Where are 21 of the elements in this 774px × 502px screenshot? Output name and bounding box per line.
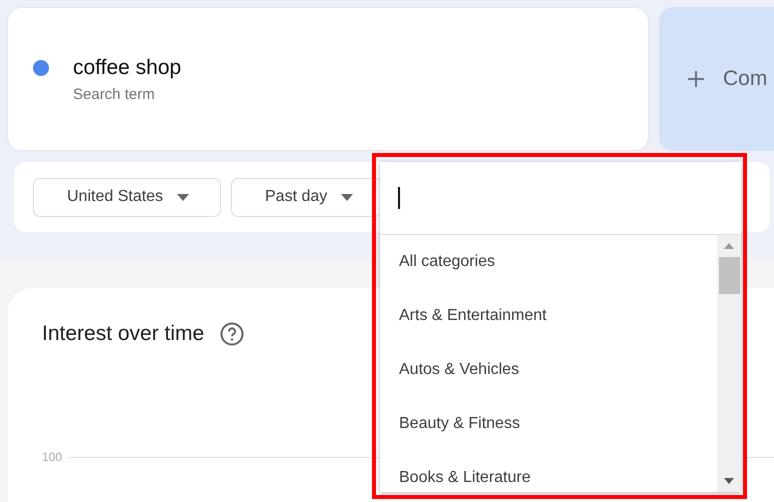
category-option[interactable]: Books & Literature — [380, 458, 717, 502]
search-term-caption: Search term — [73, 86, 156, 102]
scroll-up-icon[interactable] — [724, 243, 734, 249]
help-icon[interactable] — [220, 322, 244, 346]
chart-title: Interest over time — [42, 322, 204, 346]
text-cursor — [398, 187, 400, 209]
compare-button[interactable]: Com — [659, 7, 774, 151]
category-option[interactable]: Autos & Vehicles — [380, 350, 717, 404]
caret-icon — [177, 194, 190, 200]
scroll-down-icon[interactable] — [724, 478, 734, 484]
filter-dropdown[interactable]: Past day — [231, 178, 382, 216]
y-axis-label: 100 — [42, 450, 62, 464]
plus-icon — [687, 70, 705, 88]
scrollbar[interactable] — [717, 235, 741, 492]
filter-dropdown[interactable]: United States — [33, 178, 221, 216]
caret-icon — [341, 194, 354, 200]
search-term: coffee shop — [73, 56, 182, 80]
scrollbar-thumb[interactable] — [718, 257, 740, 294]
category-option[interactable]: Beauty & Fitness — [380, 404, 717, 458]
category-option[interactable]: All categories — [380, 242, 717, 296]
category-option[interactable]: Arts & Entertainment — [380, 296, 717, 350]
